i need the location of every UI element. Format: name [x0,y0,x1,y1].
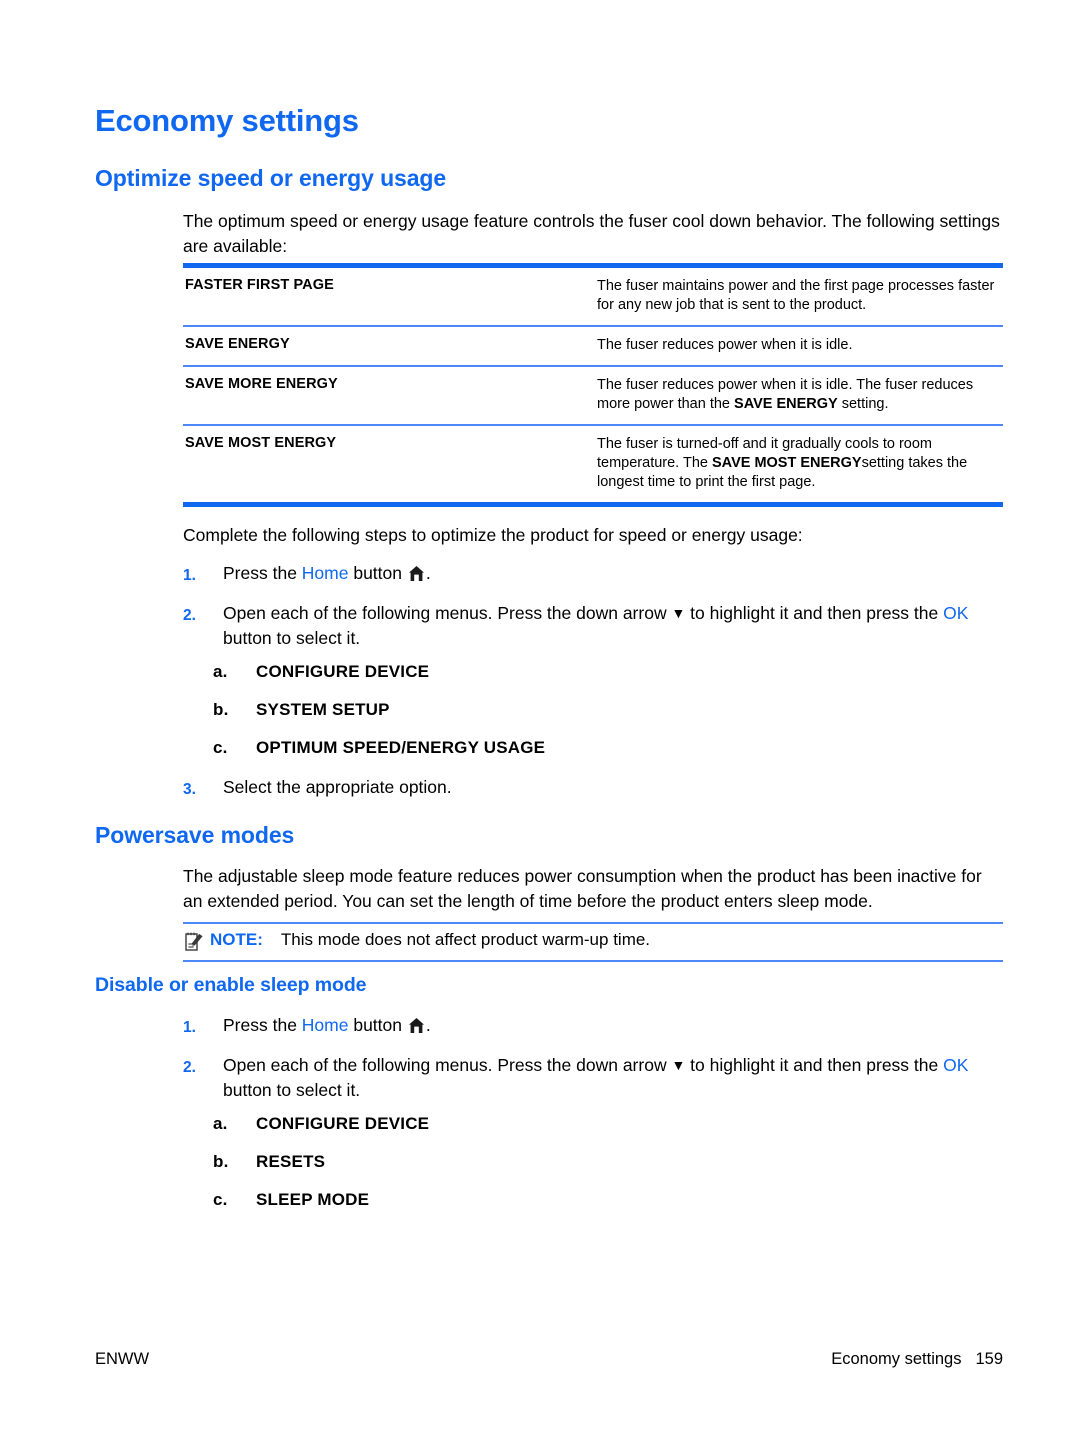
sub-list-item: b. RESETS [213,1152,325,1172]
step-text-post: button to select it. [223,628,361,648]
table-row: SAVE ENERGY The fuser reduces power when… [183,325,1003,366]
step-text-post: . [425,1015,431,1035]
step-text-post: button to select it. [223,1080,361,1100]
list-item: 1. Press the Home button . [183,1013,883,1038]
heading-powersave-modes: Powersave modes [95,822,295,848]
sub-list-item-label: CONFIGURE DEVICE [256,1114,430,1133]
heading-optimize-speed-or-energy-usage: Optimize speed or energy usage [95,165,447,191]
sub-list-item-label: OPTIMUM SPEED/ENERGY USAGE [256,738,546,757]
list-item-number: 2. [183,1059,196,1076]
list-item: 2. Open each of the following menus. Pre… [183,1053,1003,1103]
triangle-down-icon: ▼ [671,1057,686,1073]
note-label: NOTE: [210,930,263,949]
table-cell-description: The fuser maintains power and the first … [597,278,995,313]
home-icon [408,564,425,581]
desc-text-bold: SAVE MOST ENERGY [712,455,862,471]
table-cell-term: SAVE MORE ENERGY [183,365,597,425]
ok-link[interactable]: OK [943,603,968,623]
page-title: Economy settings [95,103,359,138]
table-cell-description: The fuser reduces power when it is idle.… [597,365,1003,425]
list-item-text: Open each of the following menus. Press … [223,1053,1003,1103]
note-text: This mode does not affect product warm-u… [280,930,651,949]
sub-list-item-letter: a. [213,662,228,681]
desc-text-bold: SAVE ENERGY [734,396,838,412]
step-text-mid: to highlight it and then press the [685,603,944,623]
sub-list-item-letter: a. [213,1114,228,1133]
list-item-text: Press the Home button . [223,1013,883,1038]
list-item-number: 1. [183,1019,196,1036]
table-row: SAVE MORE ENERGY The fuser reduces power… [183,365,1003,425]
complete-steps-paragraph: Complete the following steps to optimize… [183,525,803,545]
document-page: Economy settings Optimize speed or energ… [0,0,1080,1437]
sub-list-item: a. CONFIGURE DEVICE [213,662,429,682]
table-row: FASTER FIRST PAGE The fuser maintains po… [183,268,1003,326]
settings-table: FASTER FIRST PAGE The fuser maintains po… [183,263,1003,507]
step-text-mid: button [348,1015,407,1035]
list-item-number: 2. [183,607,196,624]
step-text-mid: to highlight it and then press the [685,1055,944,1075]
sub-list-item-label: SLEEP MODE [256,1190,370,1209]
step-text-pre: Open each of the following menus. Press … [223,603,672,623]
step-text-mid: button [348,563,407,583]
footer-section-title: Economy settings [831,1350,962,1368]
note-pencil-icon [183,931,205,953]
step-text-pre: Open each of the following menus. Press … [223,1055,672,1075]
table-cell-term: SAVE ENERGY [183,325,597,366]
list-item-text: Select the appropriate option. [223,777,452,797]
list-item-number: 3. [183,781,196,798]
step-text-post: . [425,563,431,583]
ok-link[interactable]: OK [943,1055,968,1075]
footer-locale: ENWW [95,1350,150,1368]
footer-right: Economy settings 159 [831,1350,1003,1369]
sub-list-item-letter: c. [213,1190,228,1209]
heading-disable-or-enable-sleep-mode: Disable or enable sleep mode [95,974,367,996]
sub-list-item-label: CONFIGURE DEVICE [256,662,430,681]
desc-text-post: setting. [837,396,889,412]
list-item: 2. Open each of the following menus. Pre… [183,601,1003,651]
step-text-pre: Press the [223,1015,302,1035]
footer-page-number: 159 [975,1350,1003,1368]
list-item-number: 1. [183,567,196,584]
note-block: NOTE: This mode does not affect product … [183,922,1003,962]
sub-list-item-label: RESETS [256,1152,326,1171]
sub-list-item-letter: b. [213,700,229,719]
sub-list-item: b. SYSTEM SETUP [213,700,390,720]
page-footer: ENWW Economy settings 159 [95,1350,1003,1369]
table-cell-term: SAVE MOST ENERGY [183,424,597,502]
sub-list-item-letter: c. [213,738,228,757]
sub-list-item: c. OPTIMUM SPEED/ENERGY USAGE [213,738,545,758]
sub-list-item: a. CONFIGURE DEVICE [213,1114,429,1134]
list-item: 3. Select the appropriate option. [183,775,883,800]
home-link[interactable]: Home [302,563,349,583]
sub-list-item-letter: b. [213,1152,229,1171]
table-cell-description: The fuser is turned-off and it gradually… [597,424,1003,502]
powersave-intro-paragraph: The adjustable sleep mode feature reduce… [183,866,982,911]
list-item: 1. Press the Home button . [183,561,883,586]
sub-list-item: c. SLEEP MODE [213,1190,369,1210]
home-icon [408,1016,425,1033]
list-item-text: Open each of the following menus. Press … [223,601,1003,651]
list-item-text: Press the Home button . [223,561,883,586]
step-text-pre: Press the [223,563,302,583]
triangle-down-icon: ▼ [671,605,686,621]
sub-list-item-label: SYSTEM SETUP [256,700,390,719]
optimize-intro-paragraph: The optimum speed or energy usage featur… [183,211,1000,256]
table-cell-term: FASTER FIRST PAGE [185,277,334,293]
table-cell-description: The fuser reduces power when it is idle. [597,325,1003,366]
home-link[interactable]: Home [302,1015,349,1035]
table-row: SAVE MOST ENERGY The fuser is turned-off… [183,424,1003,502]
